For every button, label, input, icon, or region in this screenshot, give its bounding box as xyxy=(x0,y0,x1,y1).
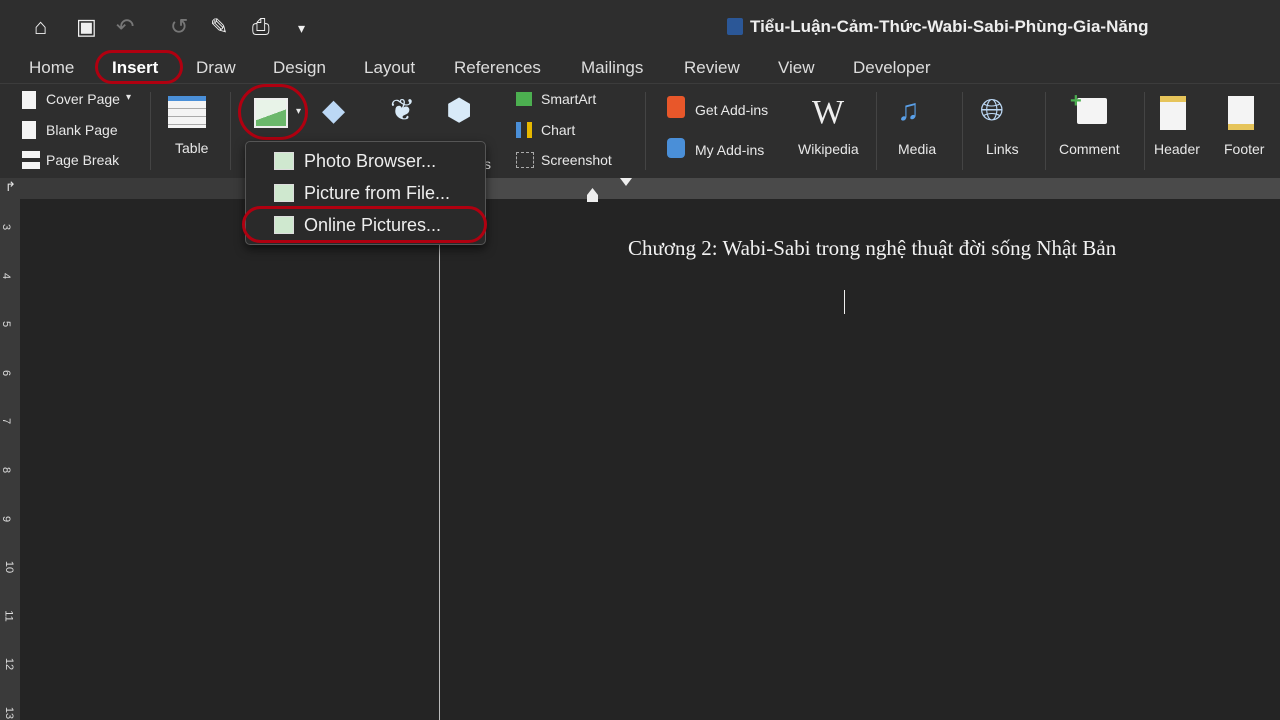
table-button[interactable]: Table xyxy=(175,140,208,156)
online-pictures-highlight xyxy=(242,206,487,243)
vertical-ruler-tick-label: 12 xyxy=(3,658,16,671)
shapes-icon[interactable]: ◆ xyxy=(322,96,345,126)
table-icon[interactable] xyxy=(168,96,206,128)
wikipedia-button[interactable]: Wikipedia xyxy=(798,141,859,157)
page-break-icon xyxy=(22,151,40,169)
wikipedia-icon[interactable]: W xyxy=(812,94,844,132)
ruler-text-area[interactable] xyxy=(440,178,1280,199)
screenshot-icon xyxy=(516,152,534,168)
smartart-icon xyxy=(516,92,532,106)
header-icon[interactable] xyxy=(1160,96,1186,130)
vertical-ruler-tick-label: 5 xyxy=(0,321,13,328)
vertical-ruler-tick-label: 7 xyxy=(0,418,13,425)
page-break-button[interactable]: Page Break xyxy=(46,152,119,168)
icons-icon[interactable]: ❦ xyxy=(390,96,415,126)
media-icon[interactable]: ♫ xyxy=(897,96,920,126)
header-button[interactable]: Header xyxy=(1154,141,1200,157)
print-icon[interactable]: ⎙ xyxy=(252,14,270,40)
home-icon[interactable]: ⌂ xyxy=(34,14,47,40)
ribbon-tabs: Home Insert Draw Design Layout Reference… xyxy=(0,50,1280,84)
undo-icon[interactable]: ↶ xyxy=(116,14,134,40)
vertical-ruler-tick-label: 8 xyxy=(0,466,13,474)
chart-button[interactable]: Chart xyxy=(541,122,575,138)
tab-references[interactable]: References xyxy=(454,58,541,78)
links-button[interactable]: Links xyxy=(986,141,1019,157)
tab-developer[interactable]: Developer xyxy=(853,58,931,78)
chart-icon xyxy=(516,122,532,138)
vertical-ruler-tick-label: 10 xyxy=(3,561,16,574)
tab-home[interactable]: Home xyxy=(29,58,74,78)
plus-icon: + xyxy=(1070,90,1082,112)
menu-item-picture-from-file[interactable]: Picture from File... xyxy=(304,183,450,204)
tab-view[interactable]: View xyxy=(778,58,815,78)
text-cursor xyxy=(844,290,845,314)
screenshot-button[interactable]: Screenshot xyxy=(541,152,612,168)
page-edge xyxy=(439,199,440,720)
vertical-ruler[interactable]: 3 4 5 6 7 8 9 10 11 12 13 xyxy=(0,199,20,720)
customize-icon[interactable]: ▾ xyxy=(298,20,305,37)
tab-stop-icon[interactable]: ↱ xyxy=(5,179,16,195)
vertical-ruler-tick-label: 13 xyxy=(3,706,16,720)
tab-mailings[interactable]: Mailings xyxy=(581,58,643,78)
vertical-ruler-tick-label: 9 xyxy=(0,515,13,522)
media-button[interactable]: Media xyxy=(898,141,936,157)
blank-page-button[interactable]: Blank Page xyxy=(46,122,118,138)
blank-page-icon xyxy=(22,121,36,139)
my-addins-icon xyxy=(667,138,685,158)
word-doc-icon xyxy=(727,18,743,35)
comment-button[interactable]: Comment xyxy=(1059,141,1120,157)
title-bar: ⌂ ▣ ↶ ↺ ✎ ⎙ ▾ Tiểu-Luận-Cảm-Thức-Wabi-Sa… xyxy=(0,0,1280,50)
links-icon[interactable]: 🌐︎ xyxy=(980,96,1004,126)
menu-item-photo-browser[interactable]: Photo Browser... xyxy=(304,151,436,172)
vertical-ruler-tick-label: 6 xyxy=(0,369,13,376)
tab-draw[interactable]: Draw xyxy=(196,58,236,78)
pictures-highlight xyxy=(238,84,308,140)
edit-icon[interactable]: ✎ xyxy=(210,14,228,40)
cover-page-icon xyxy=(22,91,36,109)
insert-highlight xyxy=(95,50,183,84)
cover-page-label[interactable]: Cover Page xyxy=(46,91,120,107)
store-icon xyxy=(667,96,685,118)
document-title: Tiểu-Luận-Cảm-Thức-Wabi-Sabi-Phùng-Gia-N… xyxy=(750,17,1149,36)
footer-icon[interactable] xyxy=(1228,96,1254,130)
tab-design[interactable]: Design xyxy=(273,58,326,78)
tab-review[interactable]: Review xyxy=(684,58,740,78)
ribbon: ​ Cover Page▾ Blank Page Page Break Tabl… xyxy=(0,84,1280,178)
save-icon[interactable]: ▣ xyxy=(76,14,97,40)
tab-layout[interactable]: Layout xyxy=(364,58,415,78)
redo-icon[interactable]: ↺ xyxy=(170,14,188,40)
footer-button[interactable]: Footer xyxy=(1224,141,1264,157)
document-heading[interactable]: Chương 2: Wabi-Sabi trong nghệ thuật đời… xyxy=(628,236,1116,261)
smartart-button[interactable]: SmartArt xyxy=(541,91,596,107)
photo-browser-icon xyxy=(274,152,294,170)
vertical-ruler-tick-label: 11 xyxy=(2,610,15,622)
vertical-ruler-tick-label: 3 xyxy=(0,223,13,231)
vertical-ruler-tick-label: 4 xyxy=(0,272,13,279)
my-addins-button[interactable]: My Add-ins xyxy=(695,142,764,158)
3d-models-icon[interactable]: ⬢ xyxy=(446,96,472,126)
get-addins-button[interactable]: Get Add-ins xyxy=(695,102,768,118)
picture-from-file-icon xyxy=(274,184,294,202)
